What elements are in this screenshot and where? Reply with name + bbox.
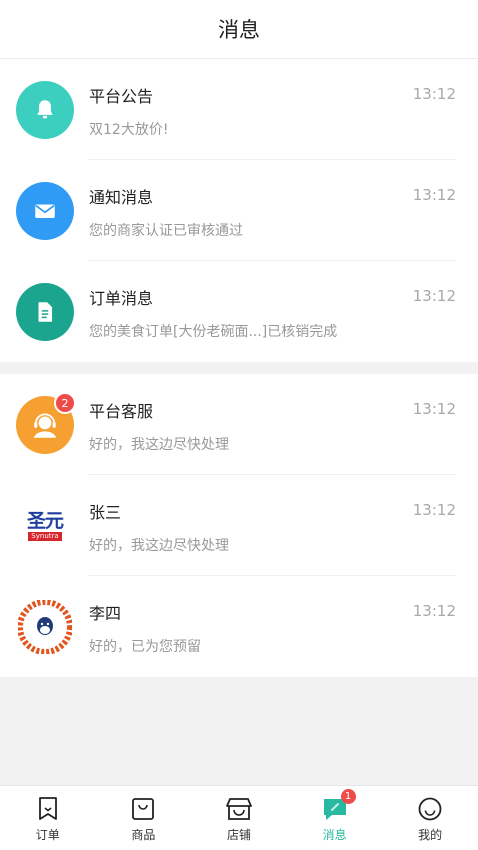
chat-name: 张三 xyxy=(89,503,122,522)
document-icon xyxy=(16,283,74,341)
message-time: 13:12 xyxy=(412,85,456,103)
tab-label: 消息 xyxy=(322,828,347,842)
message-time: 13:12 xyxy=(412,186,456,204)
chat-time: 13:12 xyxy=(412,602,456,620)
tab-store[interactable]: 店铺 xyxy=(191,786,287,850)
message-preview: 您的商家认证已审核通过 xyxy=(89,223,243,239)
bottom-tab-bar: 订单 商品 店铺 1 消息 我的 xyxy=(0,785,478,850)
message-title: 通知消息 xyxy=(89,188,154,207)
tab-label: 我的 xyxy=(418,828,443,842)
chat-list: 2 平台客服 13:12 好的，我这边尽快处理 圣元 Synutra 张三 13… xyxy=(0,374,478,677)
chat-name: 李四 xyxy=(89,604,122,623)
tab-label: 订单 xyxy=(35,828,60,842)
bag-icon xyxy=(132,798,155,820)
order-icon xyxy=(38,797,57,820)
message-title: 平台公告 xyxy=(89,87,154,106)
tab-badge: 1 xyxy=(340,789,356,804)
shengyuan-logo-icon: 圣元 Synutra xyxy=(16,497,74,555)
message-title: 订单消息 xyxy=(89,289,154,308)
system-message-list: 平台公告 13:12 双12大放价! 通知消息 13:12 您的商家认证已审核通… xyxy=(0,59,478,362)
chat-row-customer-service[interactable]: 2 平台客服 13:12 好的，我这边尽快处理 xyxy=(0,374,478,475)
message-row-announcement[interactable]: 平台公告 13:12 双12大放价! xyxy=(0,59,478,160)
tab-orders[interactable]: 订单 xyxy=(0,786,96,850)
envelope-icon xyxy=(16,182,74,240)
tab-label: 店铺 xyxy=(226,828,251,842)
customer-service-icon: 2 xyxy=(16,392,76,454)
page-title: 消息 xyxy=(218,18,260,42)
message-preview: 双12大放价! xyxy=(89,122,169,138)
chat-time: 13:12 xyxy=(412,501,456,519)
tab-label: 商品 xyxy=(131,828,156,842)
chat-name: 平台客服 xyxy=(89,402,154,421)
tab-profile[interactable]: 我的 xyxy=(382,786,478,850)
bell-icon xyxy=(16,81,74,139)
chat-preview: 好的，已为您预留 xyxy=(89,639,201,655)
chat-row-zhangsan[interactable]: 圣元 Synutra 张三 13:12 好的，我这边尽快处理 xyxy=(0,475,478,576)
message-row-order[interactable]: 订单消息 13:12 您的美食订单[大份老碗面...]已核销完成 xyxy=(0,261,478,362)
chat-preview: 好的，我这边尽快处理 xyxy=(89,538,229,554)
tab-messages[interactable]: 1 消息 xyxy=(287,786,383,850)
message-time: 13:12 xyxy=(412,287,456,305)
bape-logo-icon xyxy=(16,598,74,656)
message-row-notification[interactable]: 通知消息 13:12 您的商家认证已审核通过 xyxy=(0,160,478,261)
header: 消息 xyxy=(0,0,478,59)
smile-icon xyxy=(418,797,442,821)
unread-badge: 2 xyxy=(54,392,76,414)
tab-products[interactable]: 商品 xyxy=(96,786,192,850)
chat-time: 13:12 xyxy=(412,400,456,418)
chat-row-lisi[interactable]: 李四 13:12 好的，已为您预留 xyxy=(0,576,478,677)
message-preview: 您的美食订单[大份老碗面...]已核销完成 xyxy=(89,324,338,340)
store-icon xyxy=(226,798,252,820)
chat-preview: 好的，我这边尽快处理 xyxy=(89,437,229,453)
